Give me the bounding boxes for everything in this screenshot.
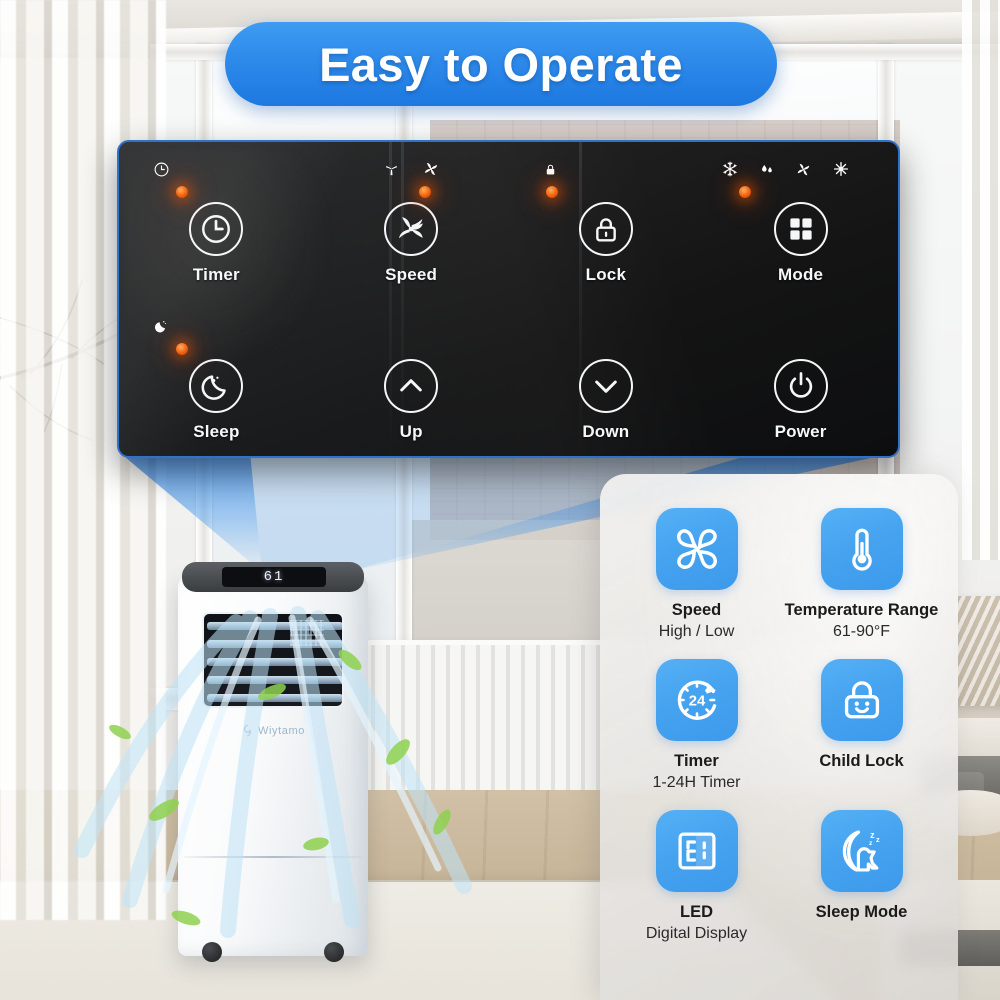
mode-led-indicator	[738, 186, 751, 198]
speed-feature-subtitle: High / Low	[658, 623, 735, 640]
control-button-grid: Timer Speed Lock Mode Sleep Up Down Powe…	[119, 142, 898, 456]
moon-small-icon	[154, 320, 167, 332]
control-button-speed[interactable]: Speed	[314, 142, 509, 299]
control-button-timer[interactable]: Timer	[119, 142, 314, 299]
sleep-indicator-icons	[119, 317, 314, 335]
fan-high-icon	[424, 163, 437, 175]
lock-indicator-icons	[509, 160, 704, 178]
down-button-ring[interactable]	[578, 359, 633, 413]
padlock-icon	[596, 218, 616, 242]
feature-child-lock: Child Lock	[783, 659, 940, 792]
seven-segment-display-icon	[677, 832, 716, 870]
control-button-power[interactable]: Power	[703, 299, 898, 456]
feature-timer: 24 Timer 1-24H Timer	[618, 659, 775, 792]
mode-button-ring[interactable]	[773, 202, 828, 256]
ac-led-value: 61	[263, 569, 285, 585]
led-feature-subtitle: Digital Display	[645, 925, 748, 942]
fan-high-icon	[798, 163, 810, 175]
timer-feature-subtitle: 1-24H Timer	[652, 774, 741, 791]
speed-indicator-icons	[314, 160, 509, 178]
power-button-ring[interactable]	[773, 359, 828, 413]
feature-grid: Speed High / Low Temperature Range 61-90…	[618, 508, 940, 943]
feature-speed: Speed High / Low	[618, 508, 775, 641]
lock-button-label: Lock	[585, 265, 627, 284]
svg-text:z: z	[868, 840, 872, 847]
clock-small-icon	[154, 162, 169, 176]
power-icon	[789, 372, 812, 398]
headline-banner: Easy to Operate	[225, 22, 777, 106]
temperature-feature-subtitle: 61-90°F	[832, 623, 891, 640]
feature-temperature-range: Temperature Range 61-90°F	[783, 508, 940, 641]
child-lock-smile-icon	[844, 681, 879, 719]
sleep-feature-icon-tile: z z z	[820, 810, 903, 892]
timer-feature-icon-tile: 24	[655, 659, 738, 741]
moon-stars-icon	[201, 375, 227, 400]
down-button-label: Down	[582, 422, 630, 441]
up-button-label: Up	[399, 422, 423, 441]
feature-sleep-mode: z z z Sleep Mode	[783, 810, 940, 943]
moon-sleeping-dog-icon: z z z	[842, 830, 879, 872]
child-lock-feature-title: Child Lock	[819, 752, 904, 770]
sun-icon	[834, 161, 849, 177]
page-title: Easy to Operate	[319, 37, 683, 91]
snowflake-icon	[723, 161, 737, 177]
feature-led-display: LED Digital Display	[618, 810, 775, 943]
fan-swirl-icon	[399, 217, 423, 239]
speed-button-ring[interactable]	[384, 202, 439, 256]
timer-button-ring[interactable]	[189, 202, 244, 256]
timer-feature-title: Timer	[674, 752, 719, 770]
fan-low-icon	[385, 165, 397, 175]
sleep-feature-title: Sleep Mode	[815, 903, 908, 921]
speed-feature-icon-tile	[655, 508, 738, 590]
padlock-small-icon	[546, 164, 554, 174]
control-panel-zoom: Timer Speed Lock Mode Sleep Up Down Powe…	[117, 140, 900, 458]
chevron-up-icon	[400, 379, 422, 392]
airflow-visualization	[74, 606, 472, 938]
thermometer-icon	[851, 528, 872, 571]
led-feature-title: LED	[680, 903, 713, 921]
timer-24h-icon: 24	[677, 680, 716, 720]
power-button-label: Power	[774, 422, 827, 441]
sleep-led-indicator	[176, 343, 189, 355]
speed-led-indicator	[419, 186, 432, 198]
sleep-button-ring[interactable]	[189, 359, 244, 413]
lock-led-indicator	[545, 186, 558, 198]
timer-indicator-icons	[119, 160, 314, 178]
chevron-down-icon	[595, 380, 617, 393]
speed-button-label: Speed	[385, 265, 438, 284]
timer-led-indicator	[176, 186, 189, 198]
lock-button-ring[interactable]	[578, 202, 633, 256]
svg-text:24: 24	[688, 693, 705, 709]
mode-button-label: Mode	[778, 265, 824, 284]
temperature-feature-icon-tile	[820, 508, 903, 590]
grid-2x2-icon	[790, 218, 812, 240]
sleep-button-label: Sleep	[193, 422, 240, 441]
control-button-lock[interactable]: Lock	[509, 142, 704, 299]
control-button-down[interactable]: Down	[509, 299, 704, 456]
control-button-sleep[interactable]: Sleep	[119, 299, 314, 456]
mode-indicator-icons	[703, 160, 898, 178]
fan-4blade-icon	[676, 529, 717, 569]
product-infographic: 61 Wiytamo Timer Speed Lock Mode Sleep U…	[0, 0, 1000, 1000]
svg-text:z: z	[875, 835, 879, 844]
control-button-up[interactable]: Up	[314, 299, 509, 456]
up-button-ring[interactable]	[384, 359, 439, 413]
water-drops-icon	[762, 165, 773, 173]
control-button-mode[interactable]: Mode	[703, 142, 898, 299]
feature-highlights-card: Speed High / Low Temperature Range 61-90…	[600, 474, 958, 1000]
ac-led-display: 61	[222, 567, 326, 587]
temperature-feature-title: Temperature Range	[784, 601, 939, 619]
led-feature-icon-tile	[655, 810, 738, 892]
svg-text:z: z	[870, 830, 875, 840]
timer-button-label: Timer	[192, 265, 240, 284]
child-lock-feature-icon-tile	[820, 659, 903, 741]
clock-icon	[202, 215, 231, 243]
speed-feature-title: Speed	[671, 601, 722, 619]
